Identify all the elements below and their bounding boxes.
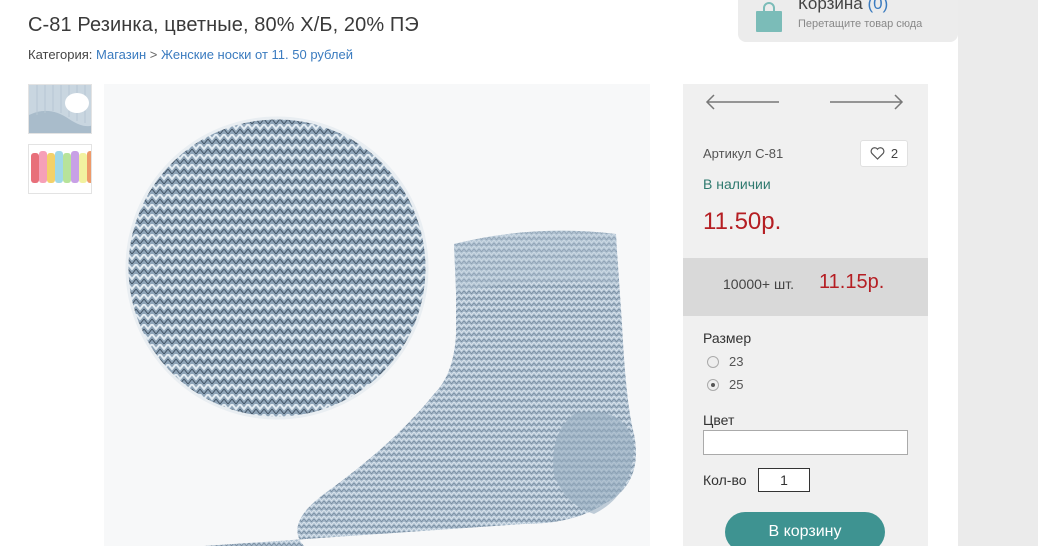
thumbnail-image	[29, 85, 91, 133]
availability-status: В наличии	[703, 176, 771, 192]
bulk-price: 11.15р.	[819, 271, 885, 293]
arrow-left-icon[interactable]	[705, 94, 781, 110]
right-background-strip	[958, 0, 1038, 546]
shopping-bag-icon	[756, 2, 782, 32]
like-count: 2	[890, 146, 899, 161]
thumbnail-image	[29, 145, 91, 193]
size-option-23[interactable]: 23	[707, 354, 743, 369]
breadcrumb-separator: >	[149, 47, 158, 62]
size-option-25[interactable]: 25	[707, 377, 743, 392]
breadcrumb: Категория: Магазин > Женские носки от 11…	[28, 47, 353, 62]
breadcrumb-link-shop[interactable]: Магазин	[96, 47, 146, 62]
product-price: 11.50р.	[703, 208, 782, 235]
cart-widget[interactable]: Корзина (0) Перетащите товар сюда	[738, 0, 958, 42]
breadcrumb-prefix: Категория:	[28, 47, 93, 62]
bulk-price-row: 10000+ шт. 11.15р.	[683, 258, 928, 316]
size-option-label: 23	[729, 354, 744, 369]
size-option-label: 25	[729, 377, 744, 392]
product-image-graphic	[104, 84, 650, 546]
thumbnail-sock-gray[interactable]	[28, 84, 92, 134]
product-article: Артикул С-81	[703, 146, 784, 161]
size-radio-25[interactable]	[707, 378, 719, 391]
arrow-right-icon[interactable]	[828, 94, 904, 110]
like-button[interactable]: 2	[860, 140, 908, 167]
thumbnail-socks-colored[interactable]	[28, 144, 92, 194]
product-purchase-panel: Артикул С-81 2 В наличии 11.50р. 10000+ …	[683, 84, 928, 546]
cart-hint: Перетащите товар сюда	[798, 18, 923, 30]
quantity-label: Кол-во	[703, 472, 747, 488]
heart-icon	[870, 147, 885, 160]
product-image[interactable]	[104, 84, 650, 546]
add-to-cart-button[interactable]: В корзину	[725, 512, 885, 546]
size-radio-23[interactable]	[707, 355, 719, 368]
quantity-input[interactable]	[758, 468, 810, 492]
cart-title: Корзина (0)	[798, 0, 888, 14]
color-field[interactable]	[703, 430, 908, 455]
cart-label: Корзина	[798, 0, 863, 13]
color-label: Цвет	[703, 412, 735, 428]
page-title: С-81 Резинка, цветные, 80% Х/Б, 20% ПЭ	[28, 14, 419, 36]
bulk-quantity: 10000+ шт.	[723, 276, 794, 292]
cart-count: (0)	[867, 0, 889, 13]
breadcrumb-link-category[interactable]: Женские носки от 11. 50 рублей	[161, 47, 353, 62]
size-label: Размер	[703, 330, 752, 346]
